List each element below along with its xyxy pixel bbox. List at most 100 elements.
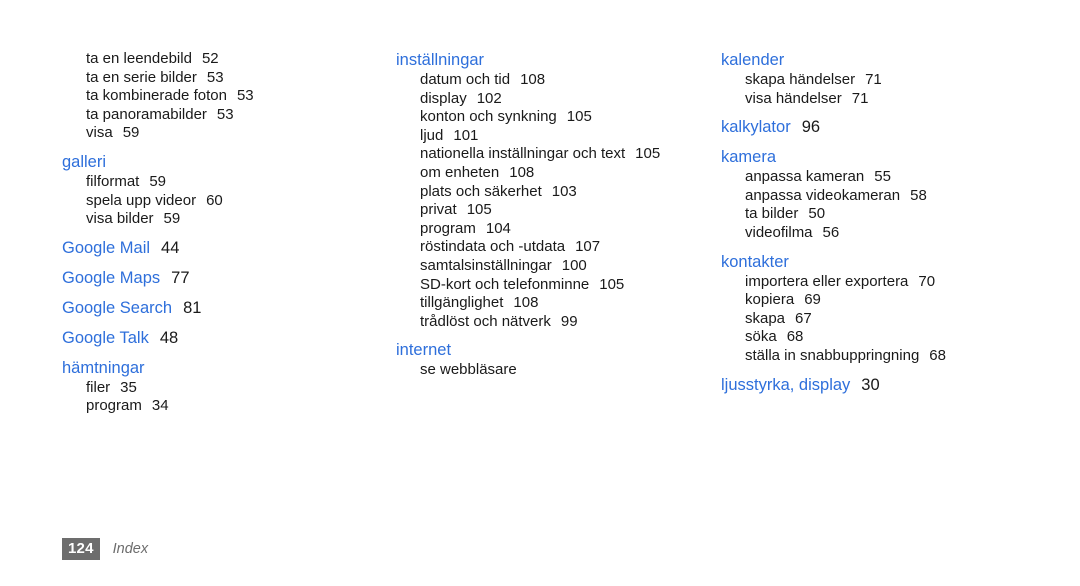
index-entry[interactable]: privat 105 <box>396 201 716 220</box>
index-entry-page-number: 108 <box>509 163 535 181</box>
index-entry[interactable]: söka 68 <box>721 328 1061 347</box>
index-heading[interactable]: inställningar <box>396 50 716 71</box>
index-entry-page-number: 104 <box>485 219 511 237</box>
page-footer: 124 Index <box>62 538 148 560</box>
index-heading[interactable]: internet <box>396 340 716 361</box>
index-entry[interactable]: program 104 <box>396 220 716 239</box>
index-entry[interactable]: skapa 67 <box>721 310 1061 329</box>
index-heading[interactable]: Google Search 81 <box>62 298 392 319</box>
index-page: ta en leendebild 52 ta en serie bilder 53 ta… <box>0 0 1080 586</box>
index-heading[interactable]: kamera <box>721 147 1061 168</box>
index-entry[interactable]: tillgänglighet 108 <box>396 294 716 313</box>
index-heading-label: kontakter <box>721 252 789 271</box>
index-entry-label: spela upp videor <box>86 191 197 209</box>
index-entry[interactable]: ljud 101 <box>396 127 716 146</box>
index-entry[interactable]: videofilma 56 <box>721 224 1061 243</box>
index-entry[interactable]: samtalsinställningar 100 <box>396 257 716 276</box>
index-entry-page-number: 58 <box>910 186 927 204</box>
index-entry[interactable]: plats och säkerhet 103 <box>396 183 716 202</box>
index-entry-list: skapa händelser 71 visa händelser 71 <box>721 71 1061 108</box>
index-heading-label: kalkylator <box>721 118 791 137</box>
index-entry[interactable]: kopiera 69 <box>721 291 1061 310</box>
index-entry-label: anpassa kameran <box>745 168 865 186</box>
index-entry-label: röstindata och -utdata <box>420 238 566 256</box>
index-heading[interactable]: kalkylator 96 <box>721 117 1061 138</box>
index-entry-page-number: 71 <box>851 89 869 107</box>
index-entry-label: ta en leendebild <box>86 50 192 67</box>
index-entry[interactable]: ta en leendebild 52 <box>62 50 392 69</box>
index-entry-label: anpassa videokameran <box>745 186 901 204</box>
index-entry[interactable]: display 102 <box>396 90 716 109</box>
index-entry-label: program <box>86 397 142 415</box>
index-entry[interactable]: SD-kort och telefonminne 105 <box>396 276 716 295</box>
index-entry-label: söka <box>745 328 777 346</box>
index-entry[interactable]: se webbläsare <box>396 361 716 380</box>
index-entry-label: program <box>420 219 476 237</box>
index-entry[interactable]: nationella inställningar och text 105 <box>396 145 716 164</box>
index-entry[interactable]: visa bilder 59 <box>62 210 392 229</box>
index-entry-label: se webbläsare <box>420 361 517 379</box>
index-entry-page-number: 68 <box>929 346 946 364</box>
index-entry[interactable]: anpassa kameran 55 <box>721 168 1061 187</box>
index-entry-page-number: 34 <box>151 397 169 415</box>
index-entry[interactable]: importera eller exportera 70 <box>721 273 1061 292</box>
index-entry-label: privat <box>420 201 457 219</box>
index-entry[interactable]: spela upp videor 60 <box>62 192 392 211</box>
index-entry-label: ljud <box>420 126 444 144</box>
index-entry-page-number: 59 <box>163 210 181 228</box>
index-entry-label: trådlöst och nätverk <box>420 312 551 330</box>
index-entry[interactable]: ta panoramabilder 53 <box>62 106 392 125</box>
index-entry-list: se webbläsare <box>396 361 716 380</box>
index-heading[interactable]: Google Talk 48 <box>62 328 392 349</box>
index-entry-label: nationella inställningar och text <box>420 145 626 163</box>
index-heading-page-number: 96 <box>801 118 821 137</box>
index-entry[interactable]: ta kombinerade foton 53 <box>62 87 392 106</box>
index-heading[interactable]: kontakter <box>721 252 1061 273</box>
index-entry[interactable]: datum och tid 108 <box>396 71 716 90</box>
index-entry-label: skapa händelser <box>745 71 856 88</box>
index-entry-page-number: 100 <box>561 256 587 274</box>
index-entry[interactable]: ställa in snabbuppringning 68 <box>721 347 1061 366</box>
index-heading[interactable]: Google Maps 77 <box>62 268 392 289</box>
index-entry[interactable]: ta en serie bilder 53 <box>62 69 392 88</box>
index-group: Google Search 81 <box>62 298 392 319</box>
index-entry-label: visa <box>86 124 113 142</box>
index-entry[interactable]: om enheten 108 <box>396 164 716 183</box>
index-entry-page-number: 50 <box>808 205 826 223</box>
index-entry[interactable]: röstindata och -utdata 107 <box>396 238 716 257</box>
index-entry-page-number: 69 <box>804 291 821 309</box>
index-heading-label: Google Search <box>62 298 173 317</box>
index-entry-label: ta en serie bilder <box>86 68 197 86</box>
index-entry-page-number: 68 <box>786 328 804 346</box>
index-heading[interactable]: Google Mail 44 <box>62 238 392 259</box>
index-entry-page-number: 105 <box>566 108 592 126</box>
index-entry[interactable]: ta bilder 50 <box>721 205 1061 224</box>
index-entry[interactable]: konton och synkning 105 <box>396 108 716 127</box>
index-entry-label: ta bilder <box>745 205 799 223</box>
index-entry-label: samtalsinställningar <box>420 256 552 274</box>
index-entry-label: visa bilder <box>86 210 154 228</box>
index-entry[interactable]: program 34 <box>62 397 392 416</box>
index-heading[interactable]: galleri <box>62 152 392 173</box>
index-entry[interactable]: anpassa videokameran 58 <box>721 187 1061 206</box>
index-entry[interactable]: skapa händelser 71 <box>721 71 1061 90</box>
index-entry[interactable]: visa 59 <box>62 124 392 143</box>
index-entry-page-number: 99 <box>560 312 578 330</box>
index-entry-page-number: 70 <box>918 272 936 290</box>
index-entry-label: ta kombinerade foton <box>86 87 227 105</box>
index-heading[interactable]: hämtningar <box>62 358 392 379</box>
index-entry-label: SD-kort och telefonminne <box>420 275 590 293</box>
index-entry[interactable]: visa händelser 71 <box>721 90 1061 109</box>
index-heading[interactable]: kalender <box>721 50 1061 71</box>
index-entry[interactable]: filer 35 <box>62 379 392 398</box>
index-group: galleri filformat 59 spela upp videor 60 visa… <box>62 152 392 229</box>
index-heading[interactable]: ljusstyrka, display 30 <box>721 375 1061 396</box>
index-entry-list: datum och tid 108 display 102 konton och syn… <box>396 71 716 331</box>
index-entry-page-number: 35 <box>120 378 137 396</box>
index-group: kamera anpassa kameran 55 anpassa videokame… <box>721 147 1061 242</box>
index-entry[interactable]: trådlöst och nätverk 99 <box>396 313 716 332</box>
index-heading-label: inställningar <box>396 51 485 69</box>
footer-section-label: Index <box>112 541 149 557</box>
index-heading-page-number: 44 <box>161 238 180 257</box>
index-entry[interactable]: filformat 59 <box>62 173 392 192</box>
